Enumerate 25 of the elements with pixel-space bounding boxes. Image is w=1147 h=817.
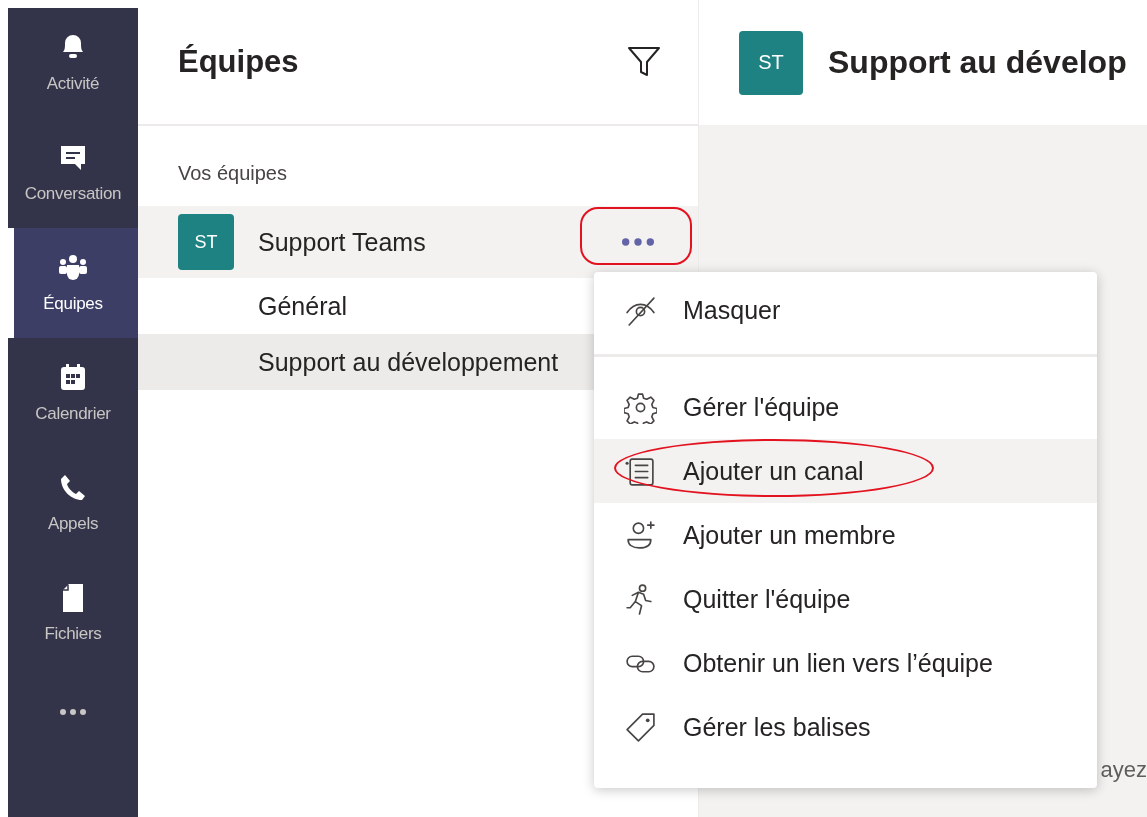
team-row[interactable]: ST Support Teams (138, 206, 698, 278)
nav-button[interactable]: Conversation (8, 118, 138, 228)
section-label: Vos équipes (177, 161, 288, 186)
channel-title: Support au dévelop (828, 44, 1127, 81)
team-name: Support Teams (258, 227, 427, 257)
menu-item[interactable]: Quitter l'équipe (594, 567, 1097, 631)
nav-button[interactable]: Calendrier (8, 338, 138, 448)
nav-button[interactable]: Activité (8, 8, 138, 118)
menu-item[interactable]: Ajouter un canal (594, 439, 1097, 503)
tag-icon (624, 710, 657, 744)
nav-button[interactable]: Appels (8, 448, 138, 558)
nav-button[interactable]: Équipes (8, 228, 138, 338)
more-icon (622, 238, 654, 246)
more-icon (60, 709, 86, 715)
team-avatar: ST (739, 30, 803, 95)
menu-item[interactable]: Ajouter un membre (594, 503, 1097, 567)
panel-title: Équipes (178, 44, 299, 80)
settings-icon (624, 390, 657, 424)
background-text: ayez (1100, 757, 1147, 783)
menu-item[interactable]: Obtenir un lien vers l’équipe (594, 631, 1097, 695)
nav-button[interactable]: Fichiers (8, 558, 138, 668)
menu-item[interactable]: Masquer (594, 278, 1097, 357)
add-person-icon (624, 518, 657, 552)
menu-item[interactable]: Gérer les balises (594, 695, 1097, 759)
team-avatar: ST (178, 214, 234, 270)
